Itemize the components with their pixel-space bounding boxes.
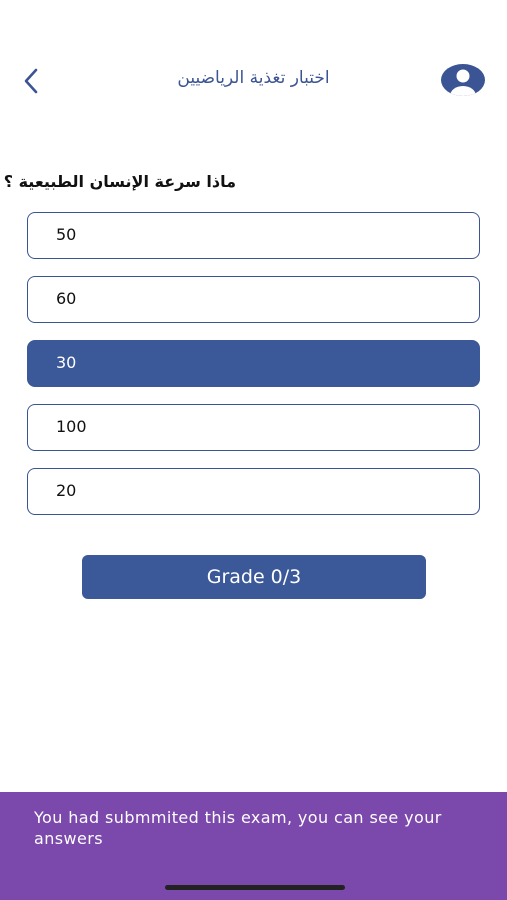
user-avatar-icon bbox=[441, 64, 485, 96]
back-button[interactable] bbox=[14, 64, 48, 98]
answer-option-2[interactable]: 60 bbox=[27, 276, 480, 323]
banner-message: You had submmited this exam, you can see… bbox=[34, 808, 442, 848]
profile-avatar-button[interactable] bbox=[440, 62, 486, 98]
answer-option-4[interactable]: 100 bbox=[27, 404, 480, 451]
question-text: ماذا سرعة الإنسان الطبيعية ؟ bbox=[3, 172, 236, 191]
answer-option-1[interactable]: 50 bbox=[27, 212, 480, 259]
submitted-banner: You had submmited this exam, you can see… bbox=[0, 792, 507, 900]
page-title: اختبار تغذية الرياضيين bbox=[177, 68, 330, 88]
chevron-left-icon bbox=[24, 68, 38, 94]
home-indicator[interactable] bbox=[165, 885, 345, 890]
answer-option-3-selected[interactable]: 30 bbox=[27, 340, 480, 387]
app-header: اختبار تغذية الرياضيين bbox=[0, 52, 507, 108]
answer-option-5[interactable]: 20 bbox=[27, 468, 480, 515]
grade-button[interactable]: Grade 0/3 bbox=[82, 555, 426, 599]
